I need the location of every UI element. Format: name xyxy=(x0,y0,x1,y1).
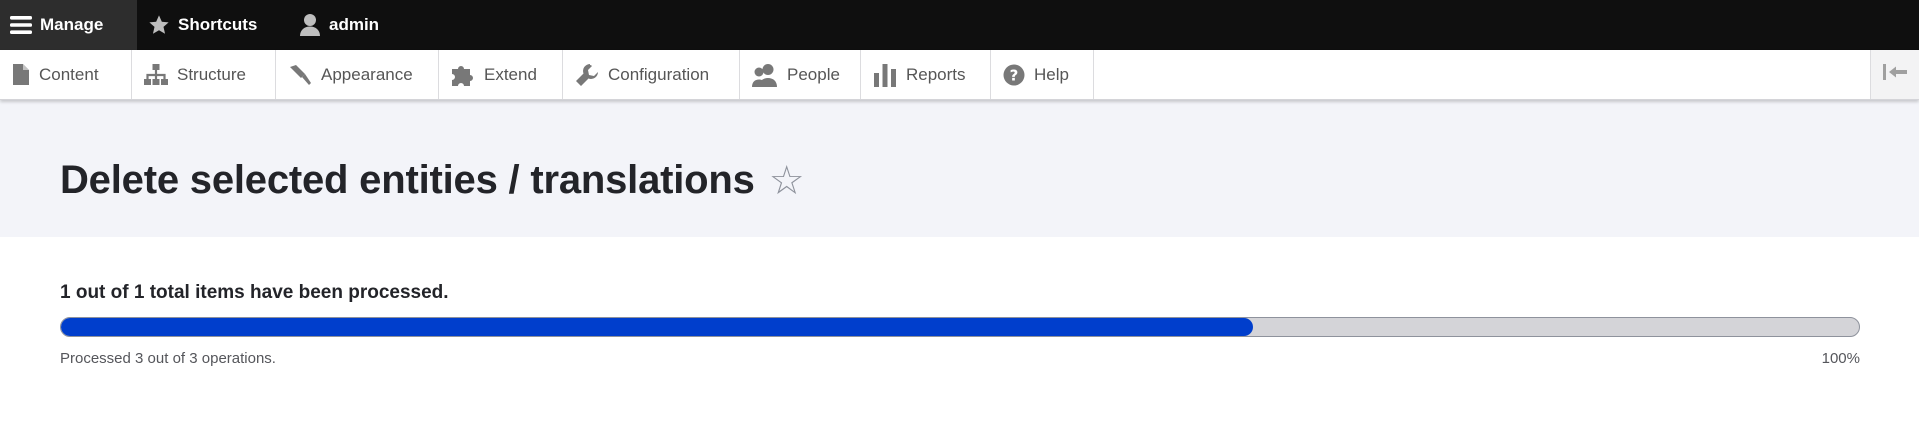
tray-item-extend[interactable]: Extend xyxy=(439,50,563,99)
tray-item-people[interactable]: People xyxy=(740,50,861,99)
tray-item-label: Extend xyxy=(484,64,537,84)
orientation-toggle-icon xyxy=(1882,64,1908,85)
tray-item-label: Content xyxy=(39,64,99,84)
bar-chart-icon xyxy=(873,63,897,87)
tray-item-content[interactable]: Content xyxy=(0,50,132,99)
tray-item-reports[interactable]: Reports xyxy=(861,50,991,99)
help-icon: ? xyxy=(1003,64,1025,86)
tray-item-label: Help xyxy=(1034,64,1069,84)
file-icon xyxy=(12,64,30,85)
user-label: admin xyxy=(329,15,380,34)
orientation-toggle-button[interactable] xyxy=(1870,50,1919,99)
sitemap-icon xyxy=(144,63,168,86)
page-title: Delete selected entities / translations xyxy=(60,158,755,202)
add-shortcut-star-icon[interactable]: ☆ xyxy=(769,161,805,201)
tray-item-configuration[interactable]: Configuration xyxy=(563,50,740,99)
tray-item-label: Structure xyxy=(177,64,246,84)
star-icon xyxy=(148,14,170,36)
tray-item-label: Reports xyxy=(906,64,966,84)
progress-description: Processed 3 out of 3 operations. xyxy=(60,350,276,367)
tray-item-appearance[interactable]: Appearance xyxy=(276,50,439,99)
shortcuts-label: Shortcuts xyxy=(178,15,258,34)
progress-label: 1 out of 1 total items have been process… xyxy=(60,282,449,303)
tray-item-label: People xyxy=(787,64,840,84)
admin-toolbar: Manage Shortcuts admin xyxy=(0,0,1919,50)
puzzle-icon xyxy=(451,64,475,86)
paintbrush-icon xyxy=(288,63,312,87)
hamburger-icon xyxy=(10,15,32,35)
wrench-icon xyxy=(575,63,599,87)
page-header: Delete selected entities / translations … xyxy=(0,100,1919,237)
svg-text:?: ? xyxy=(1010,66,1019,84)
progress-percentage: 100% xyxy=(1821,350,1860,367)
tray-item-label: Appearance xyxy=(321,64,413,84)
shortcuts-tab[interactable]: Shortcuts xyxy=(137,0,287,50)
user-tab[interactable]: admin xyxy=(287,0,393,50)
page-title-region: Delete selected entities / translations … xyxy=(60,158,805,203)
progress-track xyxy=(60,317,1860,337)
progress-bar-fill xyxy=(61,318,1254,336)
admin-tray: Content Structure Appearance Extend Conf… xyxy=(0,50,1919,100)
user-icon xyxy=(299,13,321,37)
tray-item-structure[interactable]: Structure xyxy=(132,50,276,99)
manage-tab[interactable]: Manage xyxy=(0,0,137,50)
people-icon xyxy=(752,63,778,87)
tray-item-label: Configuration xyxy=(608,64,710,84)
manage-label: Manage xyxy=(40,15,104,34)
batch-progress: 1 out of 1 total items have been process… xyxy=(60,282,1860,367)
tray-item-help[interactable]: ? Help xyxy=(991,50,1094,99)
admin-menu: Content Structure Appearance Extend Conf… xyxy=(0,50,1094,99)
